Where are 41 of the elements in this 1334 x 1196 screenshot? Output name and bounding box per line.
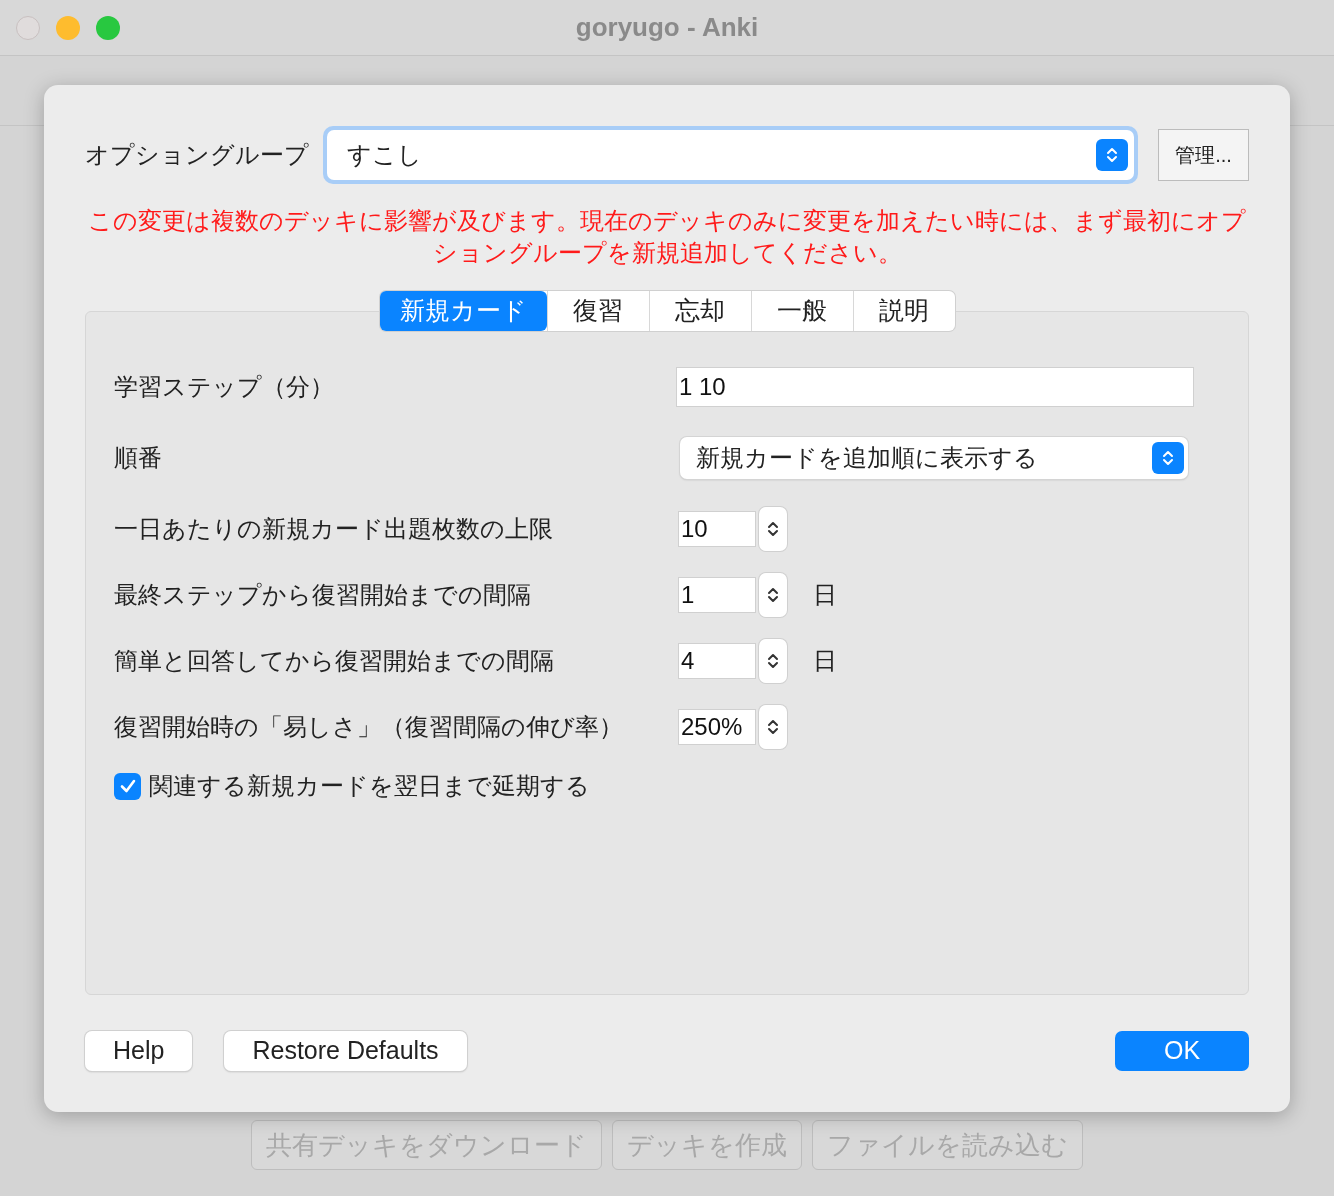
window-title: goryugo - Anki	[575, 11, 759, 44]
footer-button[interactable]: Help	[85, 1031, 193, 1071]
ok-button[interactable]: OK	[1115, 1031, 1249, 1071]
order-dropdown[interactable]: 新規カードを追加順に表示する	[680, 437, 1188, 479]
number-field[interactable]: 4	[678, 643, 756, 679]
stepper[interactable]	[759, 705, 787, 749]
checkmark-icon	[118, 777, 137, 795]
stepper-icon	[767, 718, 779, 736]
stepper-icon	[767, 520, 779, 538]
option-group-value: すこし	[347, 140, 422, 170]
setting-label: 簡単と回答してから復習開始までの間隔	[114, 647, 554, 674]
option-group-label: オプショングループ	[85, 140, 309, 170]
stepper-icon	[1162, 449, 1174, 467]
number-field[interactable]: 10	[678, 511, 756, 547]
tab[interactable]: 説明	[852, 291, 955, 331]
setting-label: 順番	[114, 444, 162, 471]
tab[interactable]: 新規カード	[379, 291, 547, 331]
checkbox[interactable]	[114, 772, 141, 800]
stepper[interactable]	[759, 507, 787, 551]
tab[interactable]: 忘却	[648, 291, 751, 331]
unit-label: 日	[813, 646, 837, 676]
setting-label: 一日あたりの新規カード出題枚数の上限	[114, 515, 553, 542]
stepper[interactable]	[759, 639, 787, 683]
option-group-dropdown[interactable]: すこし	[323, 126, 1138, 184]
number-field[interactable]: 1	[678, 577, 756, 613]
setting-label: 学習ステップ（分）	[114, 373, 334, 400]
text-field[interactable]: 1 10	[676, 367, 1194, 407]
stepper[interactable]	[759, 573, 787, 617]
number-field[interactable]: 250%	[678, 709, 756, 745]
stepper-icon	[1106, 146, 1118, 164]
setting-label: 最終ステップから復習開始までの間隔	[114, 581, 531, 608]
unit-label: 日	[813, 580, 837, 610]
setting-label: 復習開始時の「易しさ」（復習間隔の伸び率）	[114, 713, 623, 740]
setting-label: 関連する新規カードを翌日まで延期する	[149, 771, 590, 801]
tab[interactable]: 一般	[750, 291, 853, 331]
stepper-icon	[767, 586, 779, 604]
footer-button[interactable]: Restore Defaults	[224, 1031, 467, 1071]
manage-button[interactable]: 管理...	[1158, 129, 1249, 181]
warning-text: この変更は複数のデッキに影響が及びます。現在のデッキのみに変更を加えたい時には、まず最初にオプショングループを新規追加してください。	[87, 207, 1247, 268]
stepper-icon	[767, 652, 779, 670]
tab[interactable]: 復習	[546, 291, 649, 331]
